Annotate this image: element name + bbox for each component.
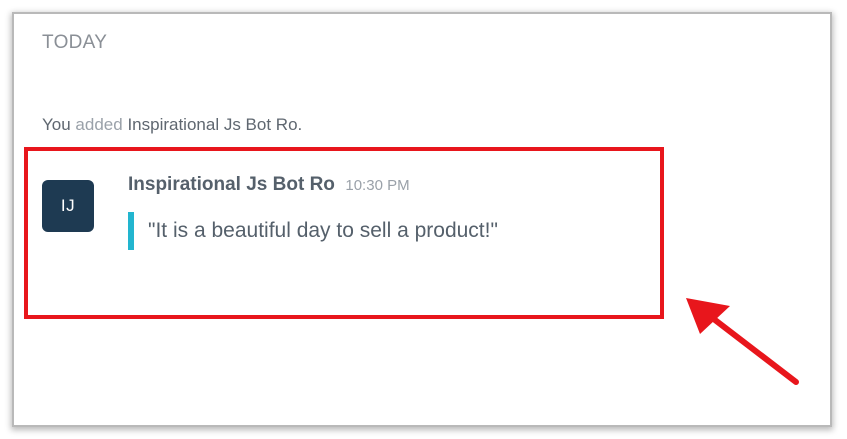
bot-avatar[interactable]: IJ	[42, 180, 94, 232]
message-quote-text: "It is a beautiful day to sell a product…	[148, 219, 498, 242]
message-timestamp: 10:30 PM	[345, 177, 410, 194]
avatar-initials: IJ	[60, 196, 76, 215]
system-message: You added Inspirational Js Bot Ro.	[42, 115, 302, 135]
red-arrow-icon	[686, 298, 799, 385]
system-message-target: Inspirational Js Bot Ro.	[127, 115, 303, 134]
message-header: Inspirational Js Bot Ro 10:30 PM	[128, 174, 410, 196]
system-message-actor: You	[42, 115, 71, 134]
message-quote: "It is a beautiful day to sell a product…	[128, 212, 498, 250]
day-divider: TODAY	[42, 32, 108, 53]
system-message-action: added	[75, 115, 123, 134]
chat-message: IJ Inspirational Js Bot Ro 10:30 PM "It …	[28, 150, 658, 310]
message-author[interactable]: Inspirational Js Bot Ro	[128, 174, 335, 195]
